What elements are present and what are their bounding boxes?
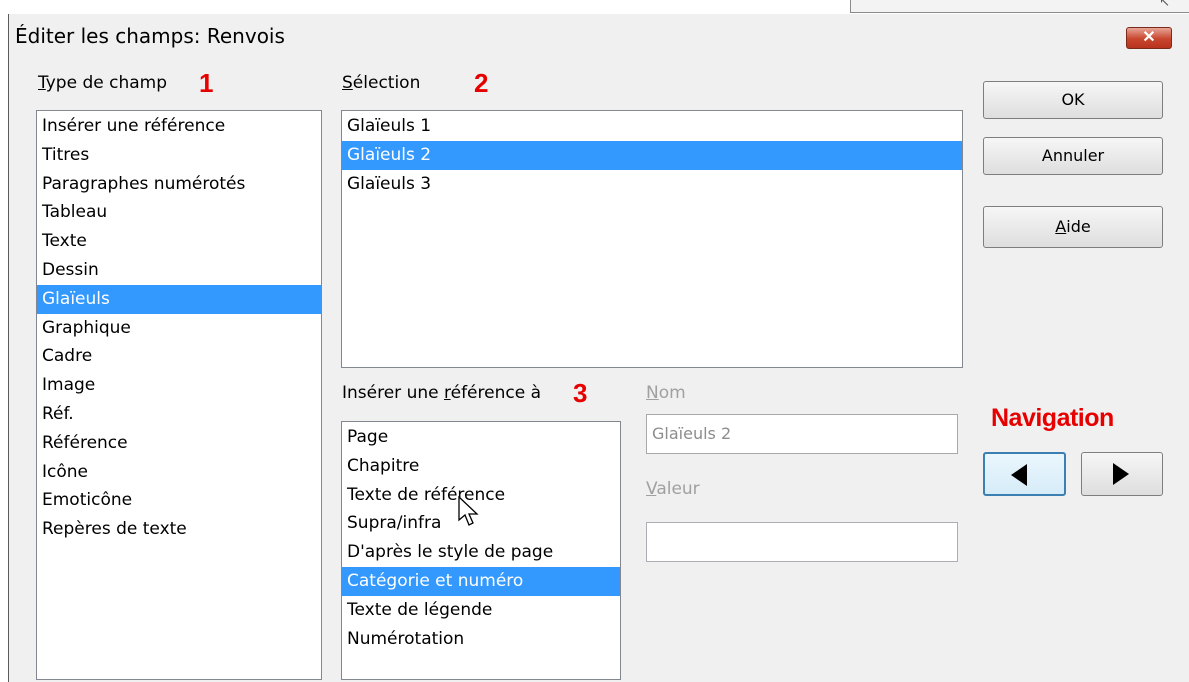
- annotation-2: 2: [474, 68, 489, 98]
- selection-label: Sélection: [342, 73, 421, 93]
- type-champ-item[interactable]: Tableau: [37, 198, 321, 227]
- type-champ-item[interactable]: Insérer une référence: [37, 112, 321, 141]
- inserer-ref-list[interactable]: Page Chapitre Texte de référence Supra/infr…: [341, 421, 621, 680]
- type-champ-item[interactable]: Image: [37, 371, 321, 400]
- inserer-ref-item[interactable]: Supra/infra: [342, 509, 620, 538]
- background-cursor-icon: ↖: [1159, 0, 1170, 10]
- type-champ-item[interactable]: Référence: [37, 429, 321, 458]
- type-champ-item[interactable]: Emoticône: [37, 486, 321, 515]
- inserer-ref-item[interactable]: Texte de légende: [342, 596, 620, 625]
- valeur-field[interactable]: [646, 522, 958, 562]
- selection-item[interactable]: Glaïeuls 3: [342, 170, 962, 199]
- inserer-ref-item[interactable]: Chapitre: [342, 452, 620, 481]
- title-bar: Éditer les champs: Renvois ✕: [9, 14, 1189, 60]
- type-champ-item[interactable]: Réf.: [37, 400, 321, 429]
- background-window-strip: ↖: [850, 0, 1189, 13]
- previous-button[interactable]: [983, 452, 1066, 496]
- valeur-label: Valeur: [646, 479, 700, 499]
- mouse-cursor-icon: [458, 496, 479, 526]
- next-button[interactable]: [1081, 452, 1163, 496]
- type-champ-list[interactable]: Insérer une référence Titres Paragraphes n…: [36, 110, 322, 680]
- type-champ-item[interactable]: Graphique: [37, 314, 321, 343]
- inserer-ref-item[interactable]: Numérotation: [342, 625, 620, 654]
- close-button[interactable]: ✕: [1126, 27, 1172, 49]
- annotation-1: 1: [199, 68, 214, 98]
- navigation-annotation: Navigation: [991, 404, 1114, 432]
- inserer-ref-label: Insérer une référence à: [342, 383, 541, 403]
- ok-button[interactable]: OK: [983, 81, 1163, 119]
- type-champ-label: Type de champ: [38, 73, 168, 93]
- arrow-left-icon: [1011, 464, 1027, 486]
- nom-label: Nom: [646, 383, 686, 403]
- annotation-3: 3: [573, 378, 588, 408]
- inserer-ref-item[interactable]: Catégorie et numéro: [342, 566, 620, 596]
- selection-list[interactable]: Glaïeuls 1 Glaïeuls 2 Glaïeuls 3: [341, 110, 963, 368]
- type-champ-item[interactable]: Titres: [37, 141, 321, 170]
- inserer-ref-item[interactable]: D'après le style de page: [342, 538, 620, 567]
- close-icon: ✕: [1142, 29, 1156, 46]
- type-champ-item[interactable]: Glaïeuls: [37, 284, 321, 314]
- edit-fields-dialog: Éditer les champs: Renvois ✕ Type de cha…: [8, 14, 1189, 682]
- nom-field[interactable]: Glaïeuls 2: [646, 414, 958, 454]
- selection-item[interactable]: Glaïeuls 1: [342, 112, 962, 141]
- selection-item[interactable]: Glaïeuls 2: [342, 140, 962, 170]
- inserer-ref-item[interactable]: Texte de référence: [342, 481, 620, 510]
- help-button[interactable]: Aide: [983, 206, 1163, 248]
- inserer-ref-item[interactable]: Page: [342, 423, 620, 452]
- cancel-button[interactable]: Annuler: [983, 137, 1163, 175]
- type-champ-item[interactable]: Dessin: [37, 256, 321, 285]
- type-champ-item[interactable]: Paragraphes numérotés: [37, 170, 321, 199]
- type-champ-item[interactable]: Cadre: [37, 342, 321, 371]
- dialog-title: Éditer les champs: Renvois: [15, 24, 285, 48]
- type-champ-item[interactable]: Repères de texte: [37, 515, 321, 544]
- arrow-right-icon: [1113, 463, 1129, 485]
- type-champ-item[interactable]: Texte: [37, 227, 321, 256]
- type-champ-item[interactable]: Icône: [37, 458, 321, 487]
